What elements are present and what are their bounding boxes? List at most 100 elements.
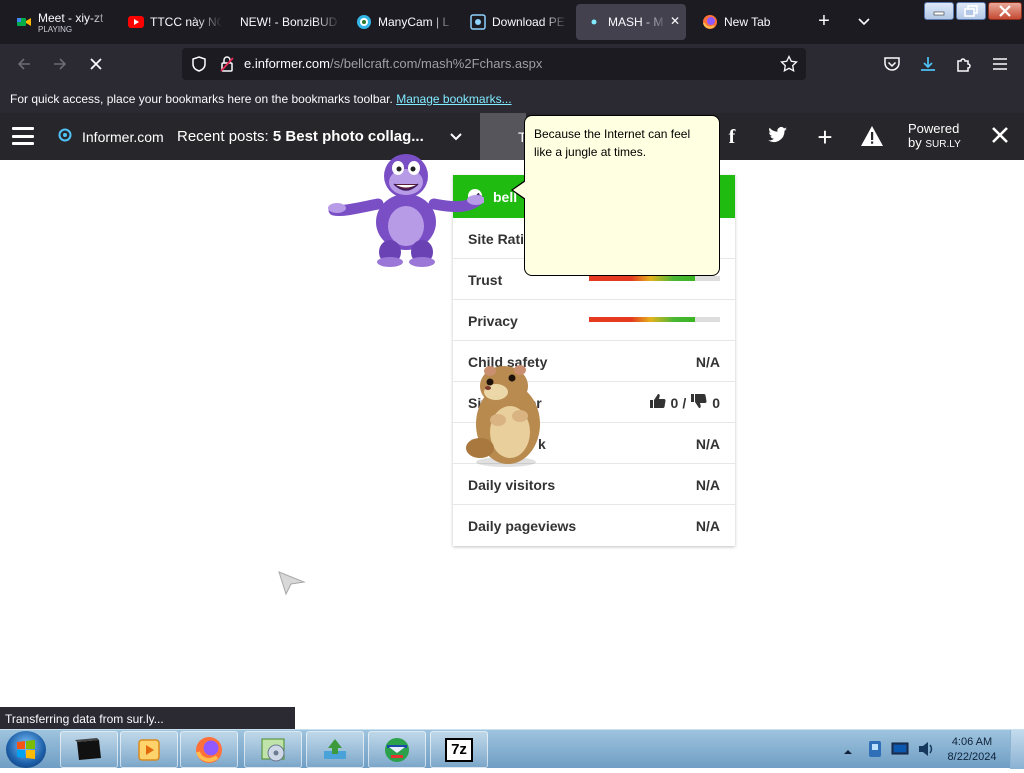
taskbar-terminal-app[interactable]	[60, 731, 118, 768]
taskbar-7zip[interactable]: 7z	[430, 731, 488, 768]
minimize-window-button[interactable]	[924, 2, 954, 20]
address-bar[interactable]: e.informer.com/s/bellcraft.com/mash%2Fch…	[182, 48, 806, 80]
child-safety-value: N/A	[695, 354, 720, 370]
speech-balloon[interactable]: Because the Internet can feel like a jun…	[524, 115, 720, 276]
tab-mash-active[interactable]: MASH - M ✕	[576, 4, 686, 40]
start-button-windows-icon[interactable]	[6, 731, 46, 768]
privacy-bar	[589, 317, 720, 322]
recent-posts[interactable]: Recent posts: 5 Best photo collag...	[177, 128, 424, 145]
downloads-arrow-icon[interactable]	[916, 52, 940, 76]
youtube-icon	[128, 14, 144, 30]
tray-app-icon[interactable]	[867, 740, 883, 763]
trust-bar-fill	[589, 276, 696, 281]
show-hidden-icons-arrow[interactable]	[843, 744, 853, 762]
manage-bookmarks-link[interactable]: Manage bookmarks...	[396, 92, 511, 106]
powered-by-by: by	[908, 135, 922, 150]
taskbar-download-manager[interactable]	[368, 731, 426, 768]
powered-by-surly[interactable]: Powered by SUR.LY	[908, 122, 961, 152]
balloon-tail-fill	[513, 181, 526, 199]
manycam-icon	[356, 14, 372, 30]
tab-newtab[interactable]: New Tab	[692, 4, 802, 40]
thumbs-down-icon[interactable]	[690, 393, 708, 412]
thumbs-up-icon[interactable]	[649, 393, 667, 412]
add-plus-icon[interactable]: +	[813, 124, 837, 150]
informer-brand[interactable]: Informer.com	[58, 128, 164, 145]
url-text[interactable]: e.informer.com/s/bellcraft.com/mash%2Fch…	[244, 56, 542, 71]
tracking-protection-shield-icon[interactable]	[190, 55, 208, 78]
back-arrow-icon[interactable]	[12, 52, 36, 76]
row-privacy: Privacy	[453, 300, 735, 341]
new-tab-plus-icon[interactable]: +	[812, 10, 836, 34]
recent-posts-chevron-icon[interactable]	[448, 128, 464, 147]
bookmarks-toolbar: For quick access, place your bookmarks h…	[0, 84, 1024, 113]
surly-brand-text: SUR.LY	[925, 139, 961, 150]
toolbar-menu-hamburger-icon[interactable]	[12, 127, 34, 145]
close-tab-icon[interactable]: ✕	[670, 14, 680, 28]
privacy-label: Privacy	[468, 313, 518, 329]
daily-pageviews-value: N/A	[695, 518, 720, 534]
taskbar-clock[interactable]: 4:06 AM 8/22/2024	[940, 735, 1004, 765]
system-tray	[843, 736, 953, 764]
surly-toolbar: Informer.com Recent posts: 5 Best photo …	[0, 113, 1024, 160]
daily-visitors-value: N/A	[695, 477, 720, 493]
network-monitor-icon[interactable]	[891, 741, 909, 762]
close-window-button[interactable]	[988, 2, 1022, 20]
taskbar-uploader[interactable]	[306, 731, 364, 768]
speech-balloon-text: Because the Internet can feel like a jun…	[534, 127, 691, 159]
row-daily-pageviews: Daily pageviews N/A	[453, 505, 735, 546]
thumbs-down-count: 0	[712, 394, 720, 411]
volume-speaker-icon[interactable]	[917, 740, 935, 763]
url-path: /s/bellcraft.com/mash%2Fchars.aspx	[329, 56, 543, 71]
pocket-icon[interactable]	[880, 52, 904, 76]
hamster-character[interactable]	[460, 362, 550, 473]
mouse-pointer-icon	[278, 570, 306, 601]
report-warning-icon[interactable]	[860, 125, 884, 149]
clock-date: 8/22/2024	[947, 751, 997, 763]
tab-manycam[interactable]: ManyCam | L	[346, 4, 456, 40]
tab-youtube[interactable]: TTCC này NG	[118, 4, 222, 40]
trust-label: Trust	[468, 272, 503, 288]
loading-dot-icon	[586, 14, 602, 30]
clock-time: 4:06 AM	[951, 736, 993, 748]
google-meet-icon	[16, 14, 32, 30]
site-votes-value: 0 / 0	[649, 393, 720, 412]
url-domain: e.informer.com	[244, 56, 330, 71]
facebook-share-icon[interactable]: f	[720, 125, 744, 149]
app-menu-hamburger-icon[interactable]	[988, 52, 1012, 76]
windows-taskbar: 7z 4:06 AM 8/22/2024	[0, 729, 1024, 769]
bookmark-star-icon[interactable]	[780, 54, 798, 78]
tab-download[interactable]: Download PE	[460, 4, 568, 40]
twitter-share-icon[interactable]	[766, 125, 790, 149]
download-site-icon	[470, 14, 486, 30]
taskbar-media-player[interactable]	[120, 731, 178, 768]
taskbar-firefox[interactable]	[180, 731, 238, 768]
7zip-logo-text: 7z	[445, 737, 473, 762]
toolbar-search-segment[interactable]: T	[480, 113, 526, 160]
trust-bar	[589, 276, 720, 281]
bookmarks-hint-text: For quick access, place your bookmarks h…	[10, 92, 393, 106]
informer-logo-icon	[58, 128, 72, 145]
recent-posts-label: Recent posts:	[177, 128, 269, 145]
informer-brand-text: Informer.com	[82, 128, 164, 145]
forward-arrow-icon[interactable]	[48, 52, 72, 76]
status-text: Transferring data from sur.ly...	[5, 712, 164, 726]
close-toolbar-x-icon[interactable]	[988, 125, 1012, 149]
navigation-toolbar: e.informer.com/s/bellcraft.com/mash%2Fch…	[0, 44, 1024, 84]
alexa-rank-value: N/A	[695, 436, 720, 452]
bonzibuddy-gorilla-character[interactable]	[328, 152, 485, 273]
restore-window-button[interactable]	[956, 2, 986, 20]
powered-by-label: Powered	[908, 121, 960, 136]
tab-strip: Meet - xiy-zt PLAYING TTCC này NG NEW! - …	[0, 0, 1024, 44]
insecure-lock-icon[interactable]	[218, 55, 236, 78]
firefox-icon	[702, 14, 718, 30]
list-all-tabs-chevron-icon[interactable]	[852, 10, 876, 34]
daily-visitors-label: Daily visitors	[468, 477, 556, 493]
daily-pageviews-label: Daily pageviews	[468, 518, 577, 534]
tab-bonzibuddy[interactable]: NEW! - BonziBUD	[230, 4, 340, 40]
taskbar-installer[interactable]	[244, 731, 302, 768]
tab-meet[interactable]: Meet - xiy-zt PLAYING	[6, 4, 116, 40]
stop-loading-x-icon[interactable]	[84, 52, 108, 76]
extensions-puzzle-icon[interactable]	[952, 52, 976, 76]
votes-separator: /	[682, 394, 687, 411]
show-desktop-button[interactable]	[1010, 730, 1024, 769]
